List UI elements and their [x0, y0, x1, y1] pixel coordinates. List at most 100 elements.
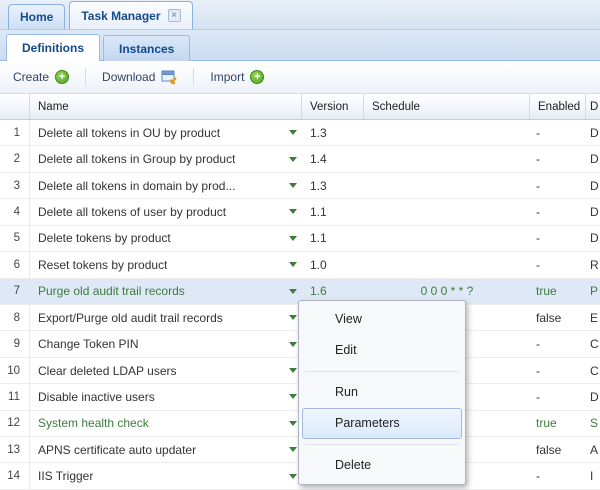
enabled-cell: - — [530, 173, 586, 198]
task-name-cell: Purge old audit trail records — [30, 279, 302, 304]
download-button-label: Download — [102, 70, 155, 84]
version-cell: 1.4 — [302, 146, 364, 171]
chevron-down-icon[interactable] — [289, 262, 297, 267]
row-number: 13 — [0, 437, 30, 462]
add-icon: + — [250, 70, 264, 84]
description-cell: D — [586, 120, 600, 145]
task-name: Export/Purge old audit trail records — [38, 311, 223, 325]
toolbar-separator — [193, 68, 194, 86]
tab-home-label: Home — [20, 10, 53, 24]
task-name: Disable inactive users — [38, 390, 155, 404]
enabled-cell: true — [530, 411, 586, 436]
chevron-down-icon[interactable] — [289, 421, 297, 426]
task-name-cell: APNS certificate auto updater — [30, 437, 302, 462]
chevron-down-icon[interactable] — [289, 157, 297, 162]
description-cell: D — [586, 384, 600, 409]
enabled-cell: false — [530, 437, 586, 462]
menu-item-delete[interactable]: Delete — [302, 450, 462, 481]
table-row[interactable]: 5Delete tokens by product1.1-D — [0, 226, 600, 252]
task-name: Delete all tokens in Group by product — [38, 152, 235, 166]
chevron-down-icon[interactable] — [289, 289, 297, 294]
version-cell: 1.1 — [302, 226, 364, 251]
tab-definitions[interactable]: Definitions — [6, 34, 100, 61]
table-row[interactable]: 3 Delete all tokens in domain by prod... 1… — [0, 173, 600, 199]
create-button[interactable]: Create + — [4, 67, 78, 87]
column-header-schedule[interactable]: Schedule — [364, 94, 530, 119]
chevron-down-icon[interactable] — [289, 474, 297, 479]
chevron-down-icon[interactable] — [289, 236, 297, 241]
app-window: Home Task Manager × Definitions Instance… — [0, 0, 600, 490]
chevron-down-icon[interactable] — [289, 315, 297, 320]
chevron-down-icon[interactable] — [289, 130, 297, 135]
enabled-cell: - — [530, 120, 586, 145]
tab-definitions-label: Definitions — [22, 41, 84, 55]
schedule-cell — [364, 226, 530, 251]
row-number: 2 — [0, 146, 30, 171]
row-number: 1 — [0, 120, 30, 145]
table-row[interactable]: 6Reset tokens by product1.0-R — [0, 252, 600, 278]
download-icon — [161, 70, 177, 85]
task-name: Delete all tokens of user by product — [38, 205, 226, 219]
description-cell: C — [586, 358, 600, 383]
column-header-version[interactable]: Version — [302, 94, 364, 119]
chevron-down-icon[interactable] — [289, 342, 297, 347]
column-header-name[interactable]: Name — [30, 94, 302, 119]
tab-home[interactable]: Home — [8, 4, 65, 29]
row-number: 4 — [0, 199, 30, 224]
column-header-description[interactable]: D — [586, 94, 600, 119]
row-number: 12 — [0, 411, 30, 436]
enabled-cell: true — [530, 279, 586, 304]
chevron-down-icon[interactable] — [289, 183, 297, 188]
menu-separator — [305, 371, 459, 372]
enabled-cell: - — [530, 463, 586, 488]
create-button-label: Create — [13, 70, 49, 84]
download-button[interactable]: Download — [93, 67, 186, 88]
context-menu: View Edit Run Parameters Delete — [298, 300, 466, 485]
version-cell: 1.1 — [302, 199, 364, 224]
chevron-down-icon[interactable] — [289, 209, 297, 214]
import-button[interactable]: Import + — [201, 67, 273, 87]
version-cell: 1.0 — [302, 252, 364, 277]
menu-item-run[interactable]: Run — [302, 377, 462, 408]
table-row[interactable]: 2 Delete all tokens in Group by product 1.… — [0, 146, 600, 172]
description-cell: A — [586, 437, 600, 462]
task-name-cell: Delete all tokens in domain by prod... — [30, 173, 302, 198]
description-cell: E — [586, 305, 600, 330]
row-number: 6 — [0, 252, 30, 277]
chevron-down-icon[interactable] — [289, 368, 297, 373]
tab-instances[interactable]: Instances — [103, 35, 190, 61]
row-number: 3 — [0, 173, 30, 198]
enabled-cell: - — [530, 199, 586, 224]
table-row[interactable]: 4 Delete all tokens of user by product 1.1… — [0, 199, 600, 225]
menu-item-view[interactable]: View — [302, 304, 462, 335]
version-cell: 1.3 — [302, 173, 364, 198]
chevron-down-icon[interactable] — [289, 447, 297, 452]
column-header-enabled[interactable]: Enabled — [530, 94, 586, 119]
menu-item-parameters[interactable]: Parameters — [302, 408, 462, 439]
row-number: 5 — [0, 226, 30, 251]
description-cell: C — [586, 331, 600, 356]
task-name: Delete all tokens in domain by prod... — [38, 179, 235, 193]
window-tab-bar: Home Task Manager × — [0, 0, 600, 30]
close-tab-icon[interactable]: × — [168, 9, 181, 22]
task-name-cell: Delete all tokens in OU by product — [30, 120, 302, 145]
task-name: System health check — [38, 416, 149, 430]
schedule-cell — [364, 199, 530, 224]
task-name-cell: Clear deleted LDAP users — [30, 358, 302, 383]
task-name-cell: Delete all tokens of user by product — [30, 199, 302, 224]
tab-task-manager[interactable]: Task Manager × — [69, 1, 192, 29]
schedule-cell — [364, 173, 530, 198]
task-name: Clear deleted LDAP users — [38, 364, 177, 378]
task-name-cell: Disable inactive users — [30, 384, 302, 409]
menu-item-edit[interactable]: Edit — [302, 335, 462, 366]
task-name: APNS certificate auto updater — [38, 443, 196, 457]
import-button-label: Import — [210, 70, 244, 84]
enabled-cell: - — [530, 331, 586, 356]
row-number: 8 — [0, 305, 30, 330]
version-cell: 1.3 — [302, 120, 364, 145]
task-name: Purge old audit trail records — [38, 284, 185, 298]
description-cell: D — [586, 199, 600, 224]
description-cell: I — [586, 463, 600, 488]
table-row[interactable]: 1Delete all tokens in OU by product1.3 -D — [0, 120, 600, 146]
chevron-down-icon[interactable] — [289, 394, 297, 399]
